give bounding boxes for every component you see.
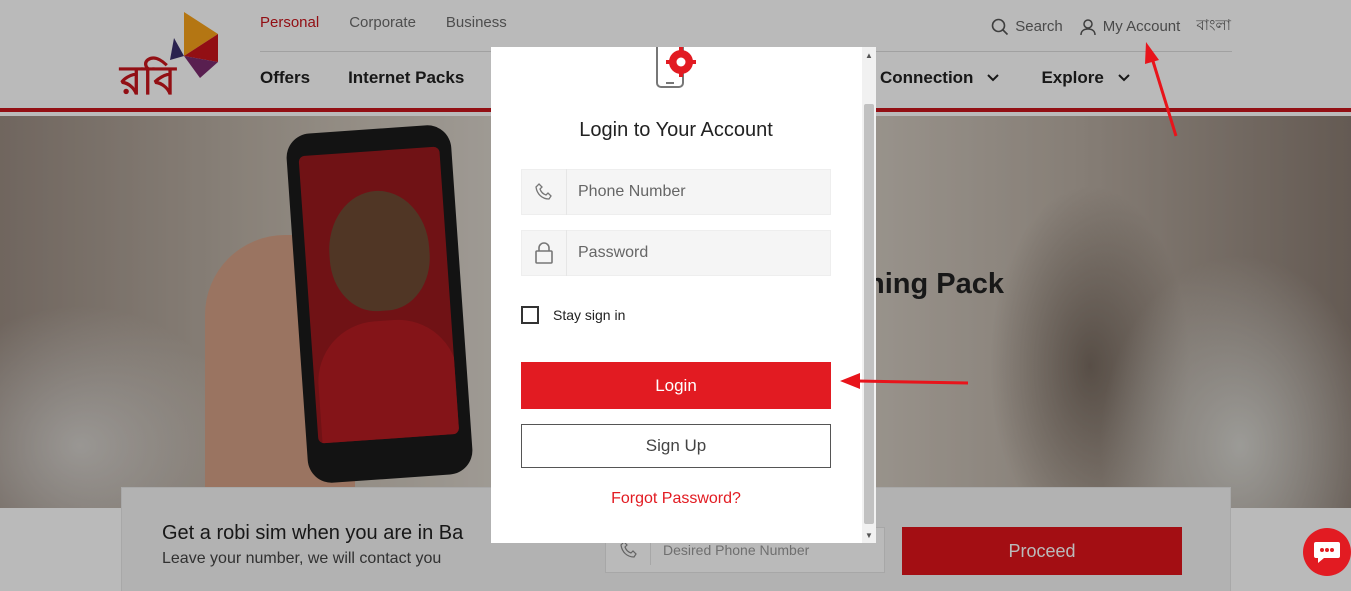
- lock-icon-wrap: [522, 242, 566, 264]
- stay-signed-in-checkbox[interactable]: [521, 306, 539, 324]
- scroll-down-icon[interactable]: ▼: [865, 531, 873, 540]
- stay-signed-in-label: Stay sign in: [553, 307, 626, 323]
- phone-icon-wrap: [522, 183, 566, 201]
- login-modal: Login to Your Account Stay sign in Login…: [491, 47, 876, 543]
- scrollbar-thumb[interactable]: [864, 104, 874, 524]
- password-field[interactable]: [521, 230, 831, 276]
- phone-icon: [535, 183, 552, 200]
- modal-scrollbar[interactable]: ▲ ▼: [862, 47, 876, 543]
- phone-number-field[interactable]: [521, 169, 831, 215]
- phone-number-input[interactable]: [567, 183, 817, 201]
- page: রবি Personal Corporate Business Search M…: [0, 0, 1351, 591]
- lock-icon: [535, 242, 553, 264]
- chat-button[interactable]: [1303, 528, 1351, 576]
- password-input[interactable]: [567, 244, 817, 262]
- login-button[interactable]: Login: [521, 362, 831, 409]
- login-title: Login to Your Account: [579, 119, 773, 141]
- forgot-password-link[interactable]: Forgot Password?: [491, 490, 861, 508]
- stay-signed-in[interactable]: Stay sign in: [521, 306, 625, 324]
- phone-settings-icon: [656, 47, 696, 88]
- signup-button[interactable]: Sign Up: [521, 424, 831, 468]
- chat-icon: [1314, 542, 1340, 563]
- scroll-up-icon[interactable]: ▲: [865, 51, 873, 60]
